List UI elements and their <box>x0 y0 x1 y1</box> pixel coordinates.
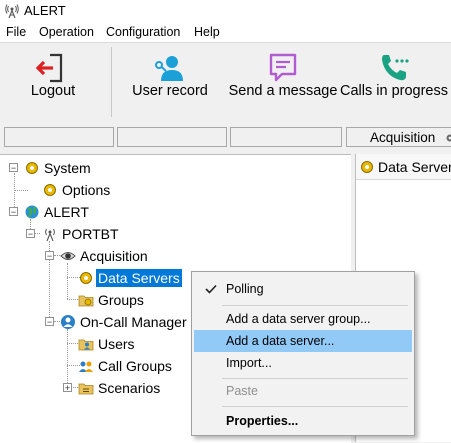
user-circle-icon <box>60 314 76 330</box>
menu-label-import: Import... <box>226 352 272 374</box>
tree-label-acquisition: Acquisition <box>78 247 150 265</box>
gear-icon <box>24 160 40 176</box>
details-panel-title: Data Servers <box>378 159 451 175</box>
status-strip: Acquisition <box>0 121 451 153</box>
checkmark-icon <box>204 282 218 296</box>
send-message-label: Send a message <box>226 83 340 99</box>
acquisition-status: Acquisition <box>370 130 435 145</box>
details-panel-header: Data Servers <box>356 154 451 180</box>
logout-icon <box>36 51 70 85</box>
collapse-oncall-toggle[interactable]: − <box>45 317 54 326</box>
logout-label: Logout <box>14 83 92 99</box>
menu-item-import[interactable]: Import... <box>194 352 412 374</box>
user-key-icon <box>153 51 187 85</box>
gear-icon <box>359 159 375 175</box>
menu-help[interactable]: Help <box>194 25 220 39</box>
tree-label-oncall-manager: On-Call Manager <box>78 313 189 331</box>
menu-item-polling[interactable]: Polling <box>194 278 412 300</box>
folder-gear-icon <box>78 292 94 308</box>
users-folder-icon <box>78 336 94 352</box>
tree-label-users: Users <box>96 335 137 353</box>
group-icon <box>78 358 94 374</box>
phone-icon <box>377 51 411 85</box>
tree-label-scenarios: Scenarios <box>96 379 162 397</box>
message-icon <box>266 51 300 85</box>
menu-item-properties[interactable]: Properties... <box>194 410 412 432</box>
antenna-app-icon <box>4 3 20 19</box>
tree-label-alert: ALERT <box>42 203 91 221</box>
collapse-system-toggle[interactable]: − <box>9 163 18 172</box>
status-gear-icon <box>445 133 451 143</box>
menu-file[interactable]: File <box>6 25 26 39</box>
menu-label-paste: Paste <box>226 380 258 402</box>
toolbar-separator <box>111 47 112 117</box>
menu-separator <box>222 406 408 407</box>
menu-separator <box>222 378 408 379</box>
tree-label-options: Options <box>60 181 112 199</box>
collapse-portbt-toggle[interactable]: − <box>26 229 35 238</box>
antenna-icon <box>42 226 58 242</box>
user-record-button[interactable]: User record <box>125 43 215 122</box>
menu-label-properties: Properties... <box>226 410 298 432</box>
eye-icon <box>60 248 76 264</box>
menu-separator <box>222 305 408 306</box>
tree-label-call-groups: Call Groups <box>96 357 174 375</box>
user-record-label: User record <box>125 83 215 99</box>
calls-in-progress-label: Calls in progress <box>338 83 450 99</box>
send-message-button[interactable]: Send a message <box>226 43 340 122</box>
menu-label-add-group: Add a data server group... <box>226 308 371 330</box>
toolbar: Logout User record Send a message Calls … <box>0 42 451 123</box>
menu-item-add-data-server-group[interactable]: Add a data server group... <box>194 308 412 330</box>
menu-bar: File Operation Configuration Help <box>0 22 451 42</box>
status-field-3 <box>230 127 342 147</box>
globe-icon <box>24 204 40 220</box>
scenarios-icon <box>78 380 94 396</box>
menu-item-paste: Paste <box>194 380 412 402</box>
gear-icon <box>42 182 58 198</box>
collapse-alert-toggle[interactable]: − <box>9 207 18 216</box>
status-field-1 <box>4 127 114 147</box>
menu-configuration[interactable]: Configuration <box>106 25 180 39</box>
menu-label-polling: Polling <box>226 278 264 300</box>
menu-item-add-data-server[interactable]: Add a data server... <box>194 330 412 352</box>
title-bar: ALERT <box>0 0 451 22</box>
context-menu: Polling Add a data server group... Add a… <box>191 271 415 436</box>
tree-label-portbt: PORTBT <box>60 225 121 243</box>
gear-icon <box>78 270 94 286</box>
calls-in-progress-button[interactable]: Calls in progress <box>338 43 450 122</box>
menu-operation[interactable]: Operation <box>39 25 94 39</box>
status-field-2 <box>117 127 227 147</box>
tree-label-groups: Groups <box>96 291 146 309</box>
tree-label-data-servers: Data Servers <box>96 269 182 287</box>
expand-scenarios-toggle[interactable]: + <box>63 383 72 392</box>
menu-label-add-server: Add a data server... <box>226 330 334 352</box>
logout-button[interactable]: Logout <box>14 43 92 122</box>
window-title: ALERT <box>24 3 66 18</box>
collapse-acquisition-toggle[interactable]: − <box>45 251 54 260</box>
tree-label-system: System <box>42 159 93 177</box>
